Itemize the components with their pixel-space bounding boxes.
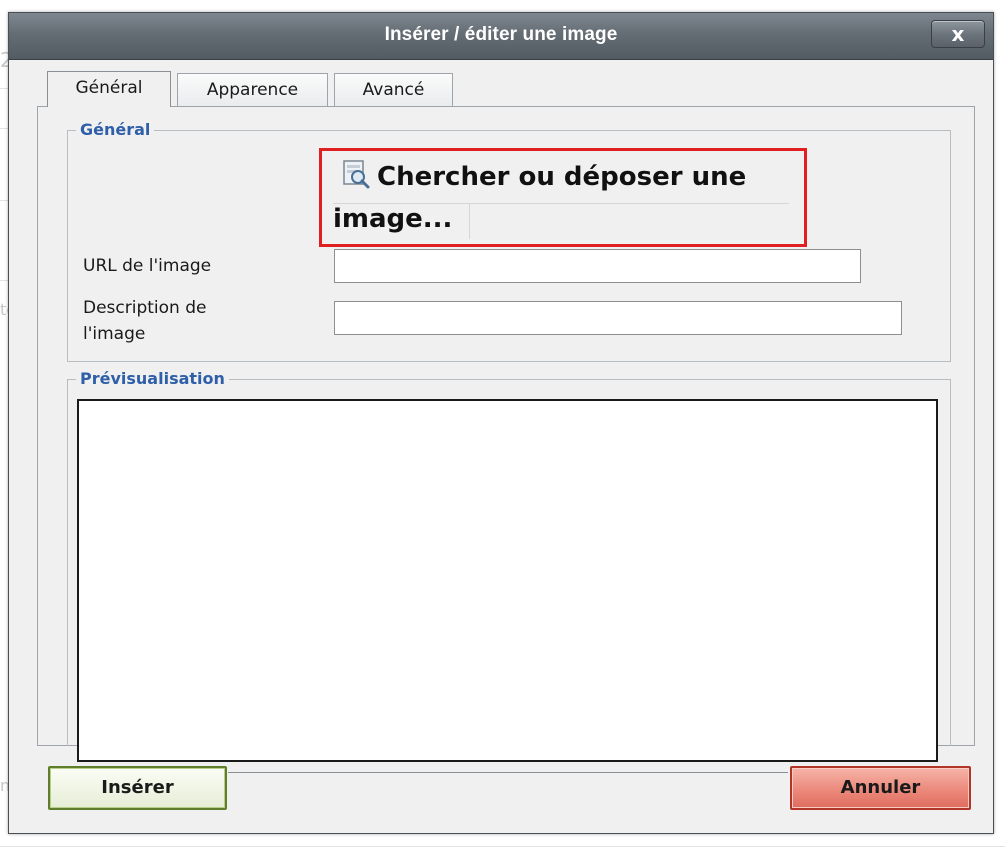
button-bar-divider bbox=[228, 772, 788, 773]
insert-button-label: Insérer bbox=[101, 777, 174, 798]
image-url-input[interactable] bbox=[334, 249, 861, 283]
tab-appearance-label: Apparence bbox=[206, 80, 299, 100]
preview-legend: Prévisualisation bbox=[76, 369, 229, 389]
image-description-label-line2: l'image bbox=[83, 324, 146, 344]
browse-link-gridline bbox=[469, 203, 470, 239]
general-legend: Général bbox=[76, 120, 155, 140]
close-button[interactable]: x bbox=[931, 20, 985, 48]
cancel-button[interactable]: Annuler bbox=[790, 766, 971, 810]
tab-advanced[interactable]: Avancé bbox=[334, 73, 453, 107]
image-description-label-line1: Description de bbox=[83, 298, 207, 318]
browse-image-link[interactable]: Chercher ou déposer une image... bbox=[333, 157, 803, 239]
tab-advanced-label: Avancé bbox=[362, 80, 425, 100]
browse-link-text-line2: image... bbox=[333, 204, 453, 234]
background-rule bbox=[0, 846, 1005, 847]
image-description-input[interactable] bbox=[334, 301, 902, 335]
tab-general[interactable]: Général bbox=[47, 71, 171, 107]
close-icon: x bbox=[951, 22, 965, 46]
dialog-titlebar[interactable]: Insérer / éditer une image x bbox=[9, 13, 993, 60]
insert-button[interactable]: Insérer bbox=[48, 766, 227, 810]
image-url-label: URL de l'image bbox=[83, 256, 212, 276]
tab-general-label: Général bbox=[75, 78, 143, 98]
image-preview-area bbox=[77, 399, 938, 762]
image-search-icon bbox=[343, 160, 370, 189]
dialog-title: Insérer / éditer une image bbox=[384, 24, 618, 45]
cancel-button-label: Annuler bbox=[840, 777, 921, 798]
tab-appearance[interactable]: Apparence bbox=[177, 73, 328, 107]
browse-link-text-line1: Chercher ou déposer une bbox=[377, 162, 747, 192]
browse-link-gridline bbox=[333, 203, 789, 204]
